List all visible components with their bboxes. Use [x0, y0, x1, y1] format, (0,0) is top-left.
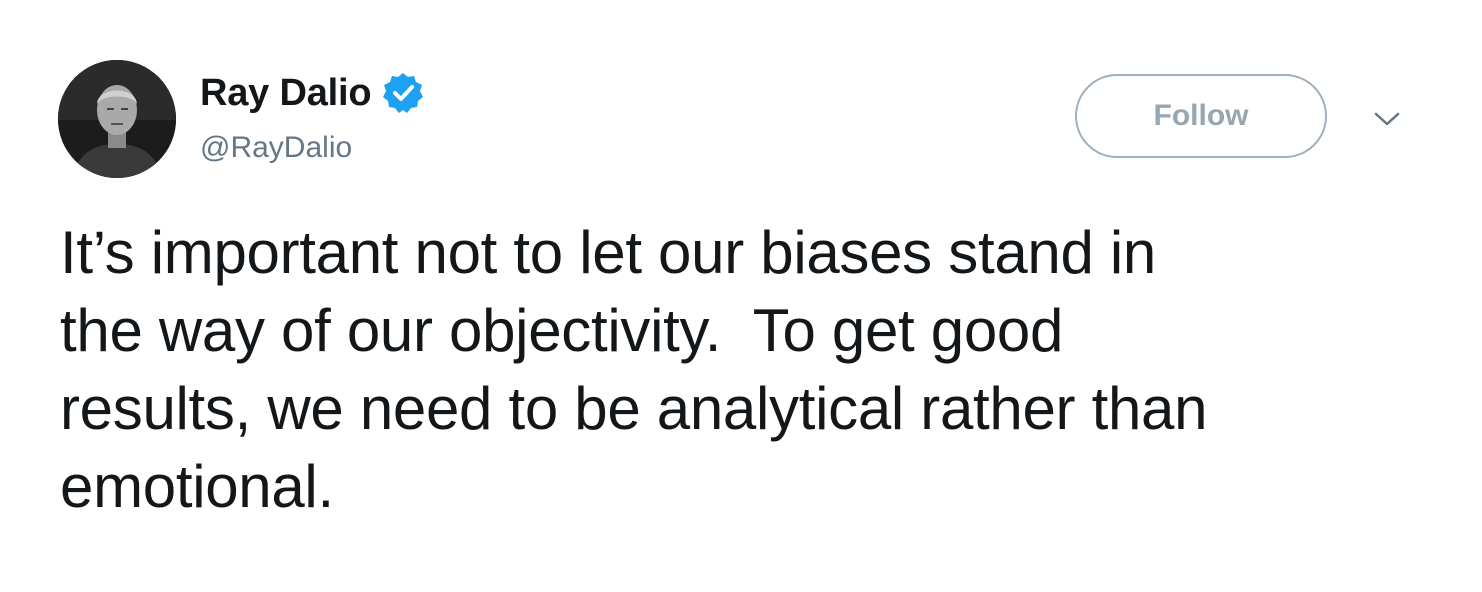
tweet-card: Ray Dalio @RayDalio Follow It’s importan… [0, 0, 1482, 592]
follow-button[interactable]: Follow [1075, 74, 1327, 158]
verified-badge-icon [381, 71, 425, 115]
chevron-down-icon[interactable] [1370, 104, 1404, 134]
tweet-text: It’s important not to let our biases sta… [60, 219, 1208, 520]
follow-button-label: Follow [1153, 99, 1249, 132]
display-name[interactable]: Ray Dalio [200, 68, 372, 118]
avatar-photo-icon [58, 60, 176, 178]
author-row: Ray Dalio [200, 68, 425, 118]
author-handle[interactable]: @RayDalio [200, 128, 352, 168]
avatar[interactable] [58, 60, 176, 178]
